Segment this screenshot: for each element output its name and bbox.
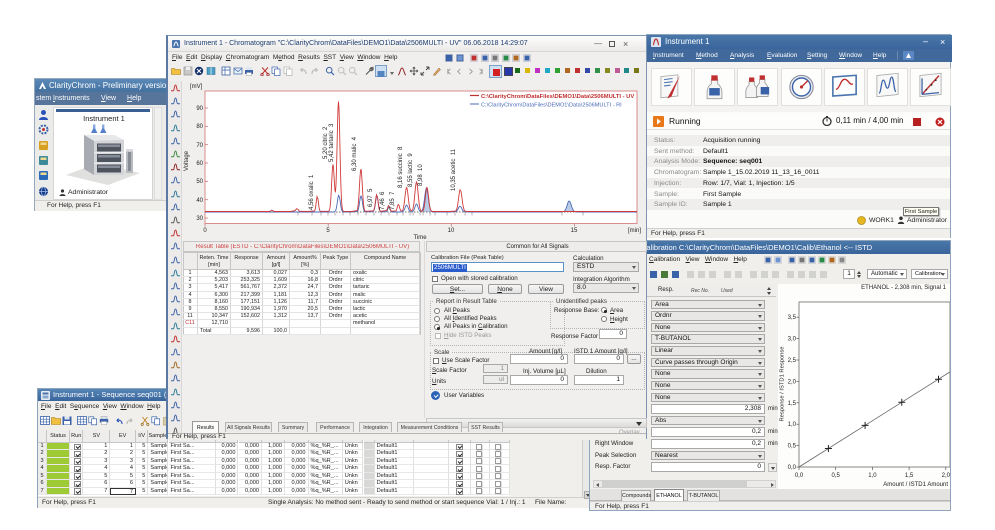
svg-text:C:\ClarityChrom\DataFiles\DEMO: C:\ClarityChrom\DataFiles\DEMO1\Data\250… — [481, 94, 634, 100]
svg-text:1,5: 1,5 — [788, 401, 797, 407]
svg-text:0,5: 0,5 — [832, 473, 841, 479]
svg-text:40: 40 — [196, 198, 203, 204]
svg-text:3,0: 3,0 — [788, 337, 797, 343]
svg-text:1,0: 1,0 — [788, 422, 797, 428]
svg-text:90: 90 — [196, 106, 203, 112]
svg-text:0: 0 — [203, 228, 207, 234]
svg-text:15: 15 — [571, 228, 578, 234]
svg-text:10: 10 — [448, 228, 455, 234]
svg-text:50: 50 — [196, 179, 203, 185]
svg-text:0,0: 0,0 — [788, 465, 797, 471]
svg-text:80: 80 — [196, 124, 203, 130]
svg-text:0,5: 0,5 — [788, 444, 797, 450]
svg-text:C:\ClarityChrom\DataFiles\DEMO: C:\ClarityChrom\DataFiles\DEMO1\Data\250… — [481, 103, 622, 109]
svg-text:ETHANOL - 2,308 min, Signal 1: ETHANOL - 2,308 min, Signal 1 — [861, 285, 946, 291]
svg-text:30: 30 — [196, 216, 203, 222]
svg-text:Voltage: Voltage — [184, 150, 190, 171]
svg-text:3,5: 3,5 — [788, 315, 797, 321]
svg-text:2,5: 2,5 — [788, 358, 797, 364]
svg-text:2,0: 2,0 — [788, 379, 797, 385]
svg-text:70: 70 — [196, 143, 203, 149]
svg-text:0,0: 0,0 — [795, 473, 804, 479]
svg-text:Amount / ISTD1 Amount: Amount / ISTD1 Amount — [883, 482, 948, 488]
svg-text:60: 60 — [196, 161, 203, 167]
svg-text:[mV]: [mV] — [190, 84, 203, 90]
svg-text:Response / ISTD1 Response: Response / ISTD1 Response — [780, 346, 786, 421]
svg-text:1,5: 1,5 — [905, 473, 914, 479]
svg-text:5: 5 — [326, 228, 330, 234]
svg-text:2,0: 2,0 — [942, 473, 951, 479]
svg-text:1,0: 1,0 — [868, 473, 877, 479]
svg-text:[min]: [min] — [628, 228, 641, 234]
